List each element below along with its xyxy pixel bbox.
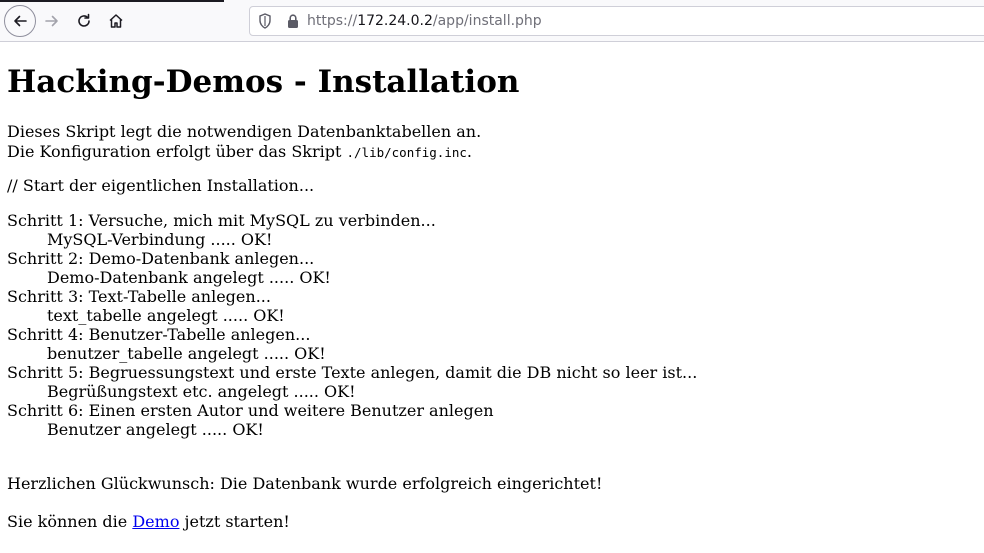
lock-icon[interactable] xyxy=(286,13,300,29)
back-arrow-icon[interactable] xyxy=(4,5,36,37)
step-1-result: MySQL-Verbindung ..... OK! xyxy=(47,230,273,249)
step-3-result: text_tabelle angelegt ..... OK! xyxy=(47,306,285,325)
url-text[interactable]: https://172.24.0.2/app/install.php xyxy=(307,13,542,29)
intro-line-1: Dieses Skript legt die notwendigen Daten… xyxy=(7,122,482,141)
step-5-result: Begrüßungstext etc. angelegt ..... OK! xyxy=(47,382,356,401)
active-tab-indicator xyxy=(0,0,224,2)
step-5: Schritt 5: Begruessungstext und erste Te… xyxy=(7,363,698,382)
address-bar[interactable]: https://172.24.0.2/app/install.php xyxy=(249,6,984,36)
url-path: /app/install.php xyxy=(432,13,542,29)
step-2-result: Demo-Datenbank angelegt ..... OK! xyxy=(47,268,331,287)
reload-icon[interactable] xyxy=(69,6,99,36)
start-prefix: Sie können die xyxy=(7,512,133,531)
step-4: Schritt 4: Benutzer-Tabelle anlegen... xyxy=(7,325,311,344)
start-demo-line: Sie können die Demo jetzt starten! xyxy=(7,512,290,531)
start-comment: // Start der eigentlichen Installation..… xyxy=(7,176,315,195)
step-4-result: benutzer_tabelle angelegt ..... OK! xyxy=(47,344,326,363)
step-6-result: Benutzer angelegt ..... OK! xyxy=(47,420,264,439)
step-2: Schritt 2: Demo-Datenbank anlegen... xyxy=(7,249,315,268)
demo-link[interactable]: Demo xyxy=(132,512,179,531)
start-suffix: jetzt starten! xyxy=(179,512,290,531)
intro-line-2: Die Konfiguration erfolgt über das Skrip… xyxy=(7,142,472,162)
url-protocol: https:// xyxy=(307,13,358,29)
step-6: Schritt 6: Einen ersten Autor und weiter… xyxy=(7,401,494,420)
browser-toolbar: https://172.24.0.2/app/install.php xyxy=(0,0,984,42)
intro-period: . xyxy=(466,142,473,161)
page-title: Hacking-Demos - Installation xyxy=(7,64,520,100)
step-1: Schritt 1: Versuche, mich mit MySQL zu v… xyxy=(7,211,436,230)
intro-text: Die Konfiguration erfolgt über das Skrip… xyxy=(7,142,347,161)
home-icon[interactable] xyxy=(101,6,131,36)
forward-arrow-icon[interactable] xyxy=(37,6,67,36)
step-3: Schritt 3: Text-Tabelle anlegen... xyxy=(7,287,271,306)
success-message: Herzlichen Glückwunsch: Die Datenbank wu… xyxy=(7,474,603,493)
url-host: 172.24.0.2 xyxy=(357,13,433,29)
shield-icon[interactable] xyxy=(258,13,272,29)
config-path: ./lib/config.inc xyxy=(346,145,467,160)
